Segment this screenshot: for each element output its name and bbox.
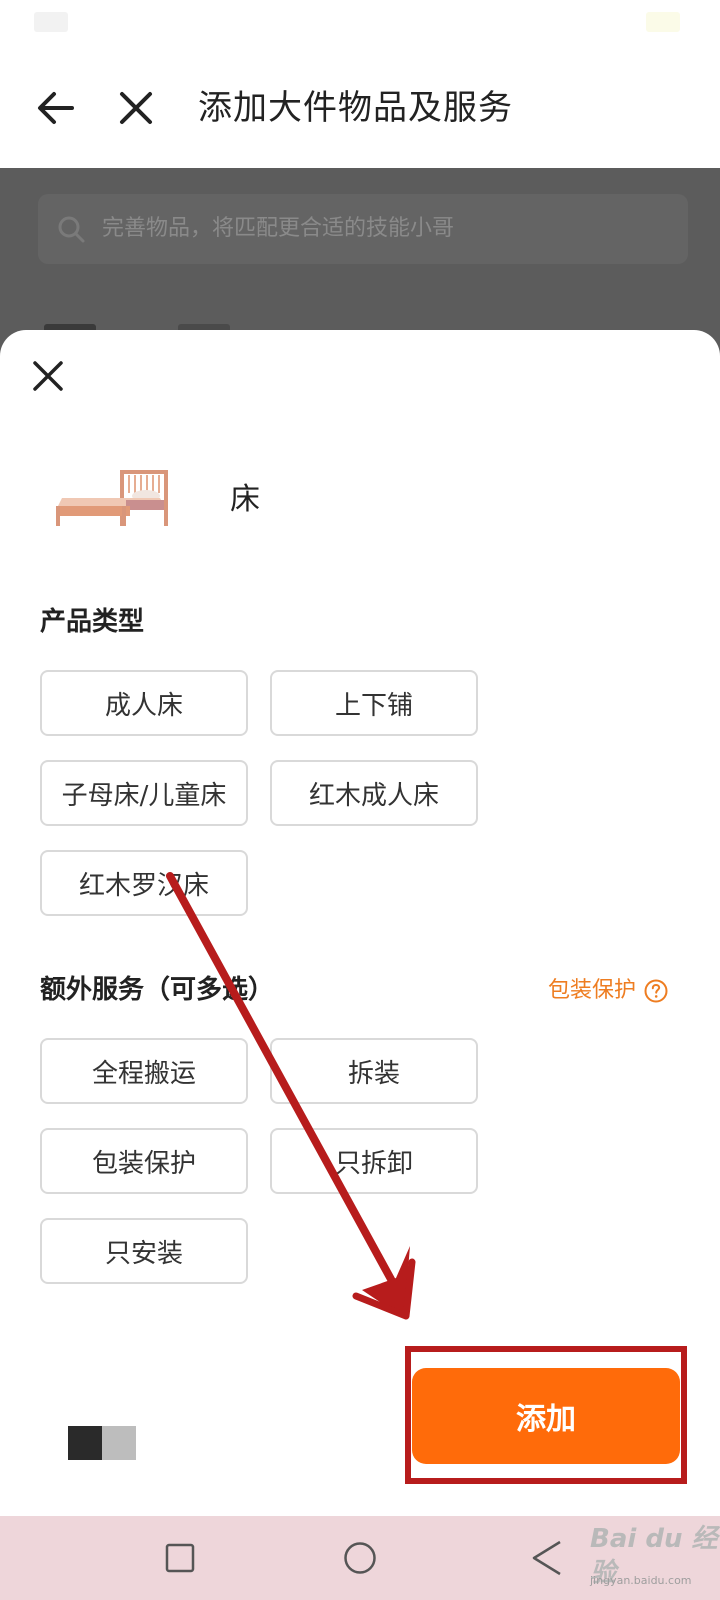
sheet-close-icon[interactable] [30,358,66,394]
extra-service-option[interactable]: 包装保护 [40,1128,248,1194]
back-arrow-icon[interactable] [36,88,76,128]
extra-service-option[interactable]: 拆装 [270,1038,478,1104]
extra-service-option[interactable]: 只安装 [40,1218,248,1284]
quantity-indicator-filled [68,1426,102,1460]
close-icon[interactable] [116,88,156,128]
home-icon[interactable] [342,1540,378,1576]
top-nav-bar: 添加大件物品及服务 [0,48,720,168]
selected-item: 床 [54,468,354,548]
product-type-option[interactable]: 子母床/儿童床 [40,760,248,826]
product-type-option[interactable]: 成人床 [40,670,248,736]
product-type-option[interactable]: 上下铺 [270,670,478,736]
extra-service-option[interactable]: 全程搬运 [40,1038,248,1104]
status-indicators-left [34,12,68,32]
quantity-indicator-empty [102,1426,136,1460]
search-icon [56,214,86,244]
item-name: 床 [230,482,260,517]
extra-service-option[interactable]: 只拆卸 [270,1128,478,1194]
product-type-title: 产品类型 [40,607,145,637]
status-bar [0,0,720,48]
help-circle-icon[interactable] [644,979,668,1003]
bottom-sheet: 床 产品类型 成人床 上下铺 子母床/儿童床 红木成人床 红木罗汉床 额外服务（… [0,330,720,1516]
search-placeholder: 完善物品，将匹配更合适的技能小哥 [102,216,455,241]
add-button[interactable]: 添加 [412,1368,680,1464]
system-back-icon[interactable] [528,1538,566,1578]
recent-apps-icon[interactable] [164,1542,196,1574]
bed-image [54,468,172,528]
extra-services-title: 额外服务（可多选） [40,975,275,1005]
page-title: 添加大件物品及服务 [198,88,513,128]
product-type-option[interactable]: 红木罗汉床 [40,850,248,916]
packaging-protection-label: 包装保护 [547,978,636,1003]
battery-icon [646,12,680,32]
product-type-option[interactable]: 红木成人床 [270,760,478,826]
search-bar: 完善物品，将匹配更合适的技能小哥 [38,194,688,264]
watermark-domain: jingyan.baidu.com [590,1574,692,1587]
packaging-protection-link[interactable]: 包装保护 [548,976,668,1006]
